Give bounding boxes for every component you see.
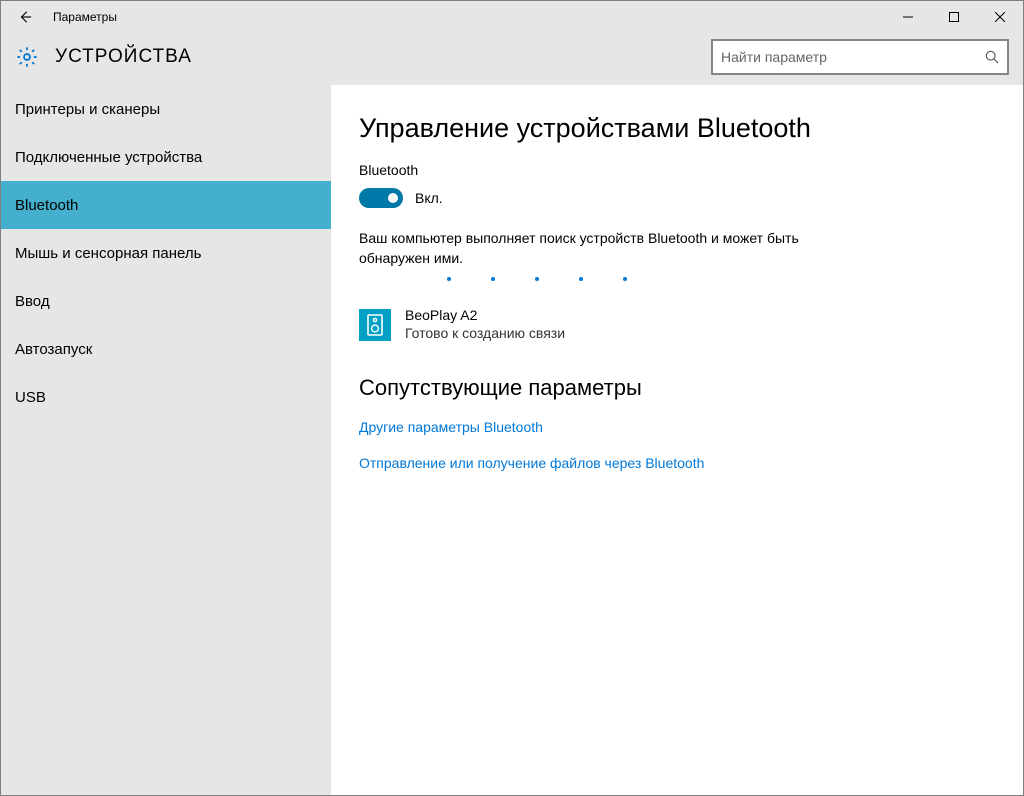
device-status: Готово к созданию связи	[405, 325, 565, 341]
back-button[interactable]	[1, 1, 49, 33]
settings-gear[interactable]	[15, 45, 39, 69]
arrow-left-icon	[18, 10, 32, 24]
main-content: Управление устройствами Bluetooth Blueto…	[331, 85, 1023, 795]
sidebar-item-label: Bluetooth	[15, 197, 78, 214]
device-speaker-icon-wrap	[359, 309, 391, 341]
link-send-receive-files[interactable]: Отправление или получение файлов через B…	[359, 455, 995, 471]
maximize-icon	[949, 12, 959, 22]
device-info: BeoPlay A2 Готово к созданию связи	[405, 307, 565, 341]
body: Принтеры и сканеры Подключенные устройст…	[1, 85, 1023, 795]
sidebar-item-label: Принтеры и сканеры	[15, 101, 160, 118]
link-more-bluetooth-options[interactable]: Другие параметры Bluetooth	[359, 419, 995, 435]
sidebar-item-label: Ввод	[15, 293, 50, 310]
bluetooth-toggle[interactable]	[359, 188, 403, 208]
toggle-knob	[388, 193, 398, 203]
sidebar-item-autoplay[interactable]: Автозапуск	[1, 325, 331, 373]
minimize-icon	[903, 12, 913, 22]
settings-window: Параметры	[0, 0, 1024, 796]
search-input[interactable]	[713, 49, 977, 65]
sidebar-item-typing[interactable]: Ввод	[1, 277, 331, 325]
toggle-state-label: Вкл.	[415, 190, 443, 206]
status-text: Ваш компьютер выполняет поиск устройств …	[359, 228, 819, 269]
device-name: BeoPlay A2	[405, 307, 565, 323]
related-heading: Сопутствующие параметры	[359, 375, 995, 401]
search-icon	[985, 50, 999, 64]
device-item[interactable]: BeoPlay A2 Готово к созданию связи	[359, 303, 995, 369]
page-heading: Управление устройствами Bluetooth	[359, 113, 995, 144]
sidebar-item-printers[interactable]: Принтеры и сканеры	[1, 85, 331, 133]
page-category-title: УСТРОЙСТВА	[55, 46, 192, 68]
sidebar: Принтеры и сканеры Подключенные устройст…	[1, 85, 331, 795]
window-title: Параметры	[49, 10, 117, 24]
minimize-button[interactable]	[885, 1, 931, 33]
close-icon	[995, 12, 1005, 22]
maximize-button[interactable]	[931, 1, 977, 33]
sidebar-item-bluetooth[interactable]: Bluetooth	[1, 181, 331, 229]
header-row: УСТРОЙСТВА	[1, 33, 1023, 85]
sidebar-item-label: Мышь и сенсорная панель	[15, 245, 201, 262]
close-button[interactable]	[977, 1, 1023, 33]
speaker-icon	[366, 314, 384, 336]
search-icon-wrap[interactable]	[977, 50, 1007, 64]
sidebar-item-usb[interactable]: USB	[1, 373, 331, 421]
sidebar-item-label: Автозапуск	[15, 341, 92, 358]
search-box[interactable]	[711, 39, 1009, 75]
sidebar-item-connected-devices[interactable]: Подключенные устройства	[1, 133, 331, 181]
feature-label: Bluetooth	[359, 162, 995, 178]
sidebar-item-mouse-touchpad[interactable]: Мышь и сенсорная панель	[1, 229, 331, 277]
toggle-row: Вкл.	[359, 188, 995, 208]
gear-icon	[16, 46, 38, 68]
searching-indicator	[359, 275, 995, 303]
sidebar-item-label: Подключенные устройства	[15, 149, 202, 166]
title-bar: Параметры	[1, 1, 1023, 33]
sidebar-item-label: USB	[15, 389, 46, 406]
